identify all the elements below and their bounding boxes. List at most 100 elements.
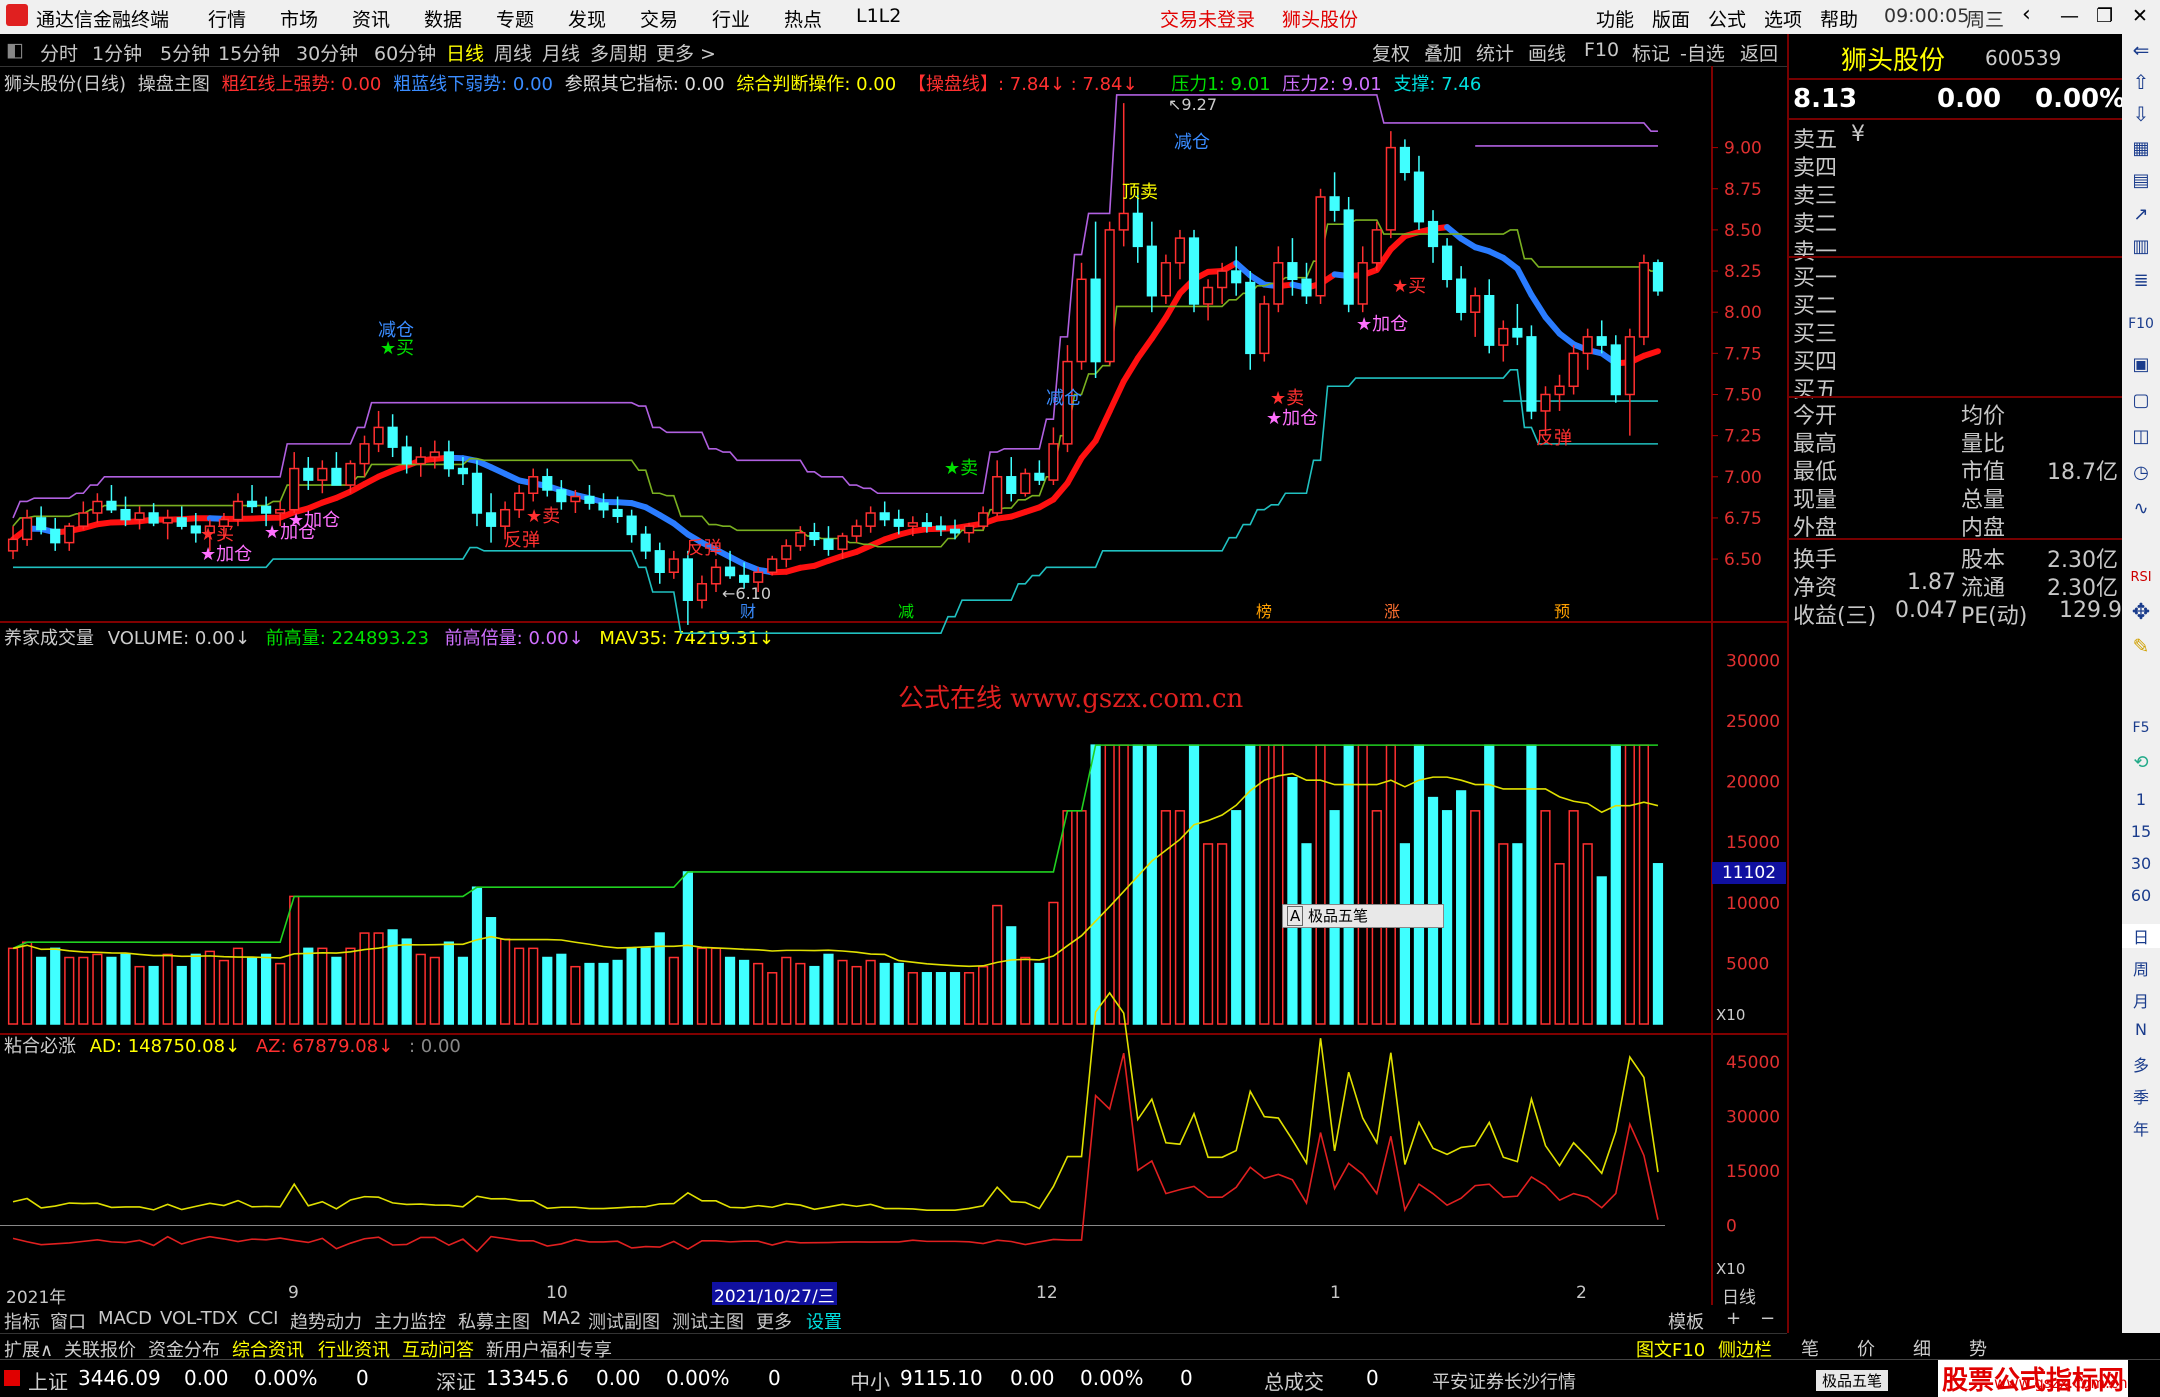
menu-item-market[interactable]: 市场 bbox=[280, 5, 318, 32]
sidebar-label-rsi[interactable]: RSI bbox=[2122, 570, 2160, 585]
chart-icon[interactable]: ▦ bbox=[2122, 138, 2160, 159]
tab-vol-tdx[interactable]: VOL-TDX bbox=[160, 1308, 238, 1329]
sidebar-period-quarter[interactable]: 季 bbox=[2122, 1084, 2160, 1108]
sidebar-period-1[interactable]: 1 bbox=[2122, 790, 2160, 809]
tab-main-monitor[interactable]: 主力监控 bbox=[374, 1308, 446, 1334]
grid-icon[interactable]: ▤ bbox=[2122, 170, 2160, 191]
tab-more[interactable]: 更多 bbox=[756, 1308, 792, 1334]
tab-indicator[interactable]: 指标 bbox=[4, 1308, 40, 1334]
tab-test-sub[interactable]: 测试副图 bbox=[588, 1308, 660, 1334]
index-sh-name[interactable]: 上证 bbox=[28, 1366, 68, 1395]
down-arrow-icon[interactable]: ⇩ bbox=[2122, 102, 2160, 126]
status-ime[interactable]: 极品五笔 bbox=[1816, 1370, 1888, 1391]
bars-icon[interactable]: ▥ bbox=[2122, 236, 2160, 257]
sidebar-period-15[interactable]: 15 bbox=[2122, 822, 2160, 841]
tab-remove[interactable]: − bbox=[1760, 1308, 1775, 1329]
tab-ma2[interactable]: MA2 bbox=[542, 1308, 581, 1329]
menu-item-data[interactable]: 数据 bbox=[424, 5, 462, 32]
trade-login-status[interactable]: 交易未登录 bbox=[1160, 5, 1255, 32]
period-daily[interactable]: 日线 bbox=[446, 39, 484, 66]
menu-item-l1l2[interactable]: L1L2 bbox=[856, 5, 901, 27]
tab-macd[interactable]: MACD bbox=[98, 1308, 152, 1329]
period-1min[interactable]: 1分钟 bbox=[92, 39, 142, 66]
sidebar-period-60[interactable]: 60 bbox=[2122, 886, 2160, 905]
tab-add[interactable]: + bbox=[1726, 1308, 1741, 1329]
tab-settings[interactable]: 设置 bbox=[806, 1308, 842, 1334]
up-arrow-icon[interactable]: ⇧ bbox=[2122, 70, 2160, 94]
menu-item-help[interactable]: 帮助 bbox=[1820, 5, 1858, 32]
minimize-icon[interactable]: — bbox=[2060, 5, 2079, 27]
menu-item-topics[interactable]: 专题 bbox=[496, 5, 534, 32]
sidebar-period-30[interactable]: 30 bbox=[2122, 854, 2160, 873]
index-sz-name[interactable]: 深证 bbox=[436, 1366, 476, 1395]
file-icon[interactable]: ▢ bbox=[2122, 390, 2160, 411]
refresh-icon[interactable]: ⟲ bbox=[2122, 752, 2160, 773]
tool-watchlist[interactable]: -自选 bbox=[1680, 39, 1725, 66]
sidebar-period-year[interactable]: 年 bbox=[2122, 1116, 2160, 1140]
menu-item-industry[interactable]: 行业 bbox=[712, 5, 750, 32]
wave-icon[interactable]: ∿ bbox=[2122, 498, 2160, 519]
doc-icon[interactable]: ▣ bbox=[2122, 354, 2160, 375]
sidebar-label-f5[interactable]: F5 bbox=[2122, 720, 2160, 736]
tool-stats[interactable]: 统计 bbox=[1476, 39, 1514, 66]
event-marker-list[interactable]: 榜 bbox=[1256, 598, 1272, 622]
event-marker-rise[interactable]: 涨 bbox=[1384, 598, 1400, 622]
tool-f10[interactable]: F10 bbox=[1584, 39, 1619, 61]
event-marker-reduce[interactable]: 减 bbox=[898, 598, 914, 622]
kline-chart[interactable]: 9.008.758.508.258.007.757.507.257.006.75… bbox=[0, 66, 1787, 1305]
period-monthly[interactable]: 月线 bbox=[542, 39, 580, 66]
sidebar-period-day[interactable]: 日 bbox=[2122, 924, 2160, 948]
ime-toolbar[interactable]: A 极品五笔 bbox=[1282, 904, 1444, 928]
back-icon[interactable]: ‹ bbox=[2022, 2, 2031, 27]
tool-back[interactable]: 返回 bbox=[1740, 39, 1778, 66]
period-30min[interactable]: 30分钟 bbox=[296, 39, 358, 66]
event-marker-finance[interactable]: 财 bbox=[740, 598, 756, 622]
restore-icon[interactable]: ❐ bbox=[2096, 5, 2113, 27]
tab-cci[interactable]: CCI bbox=[248, 1308, 278, 1329]
menu-item-layout[interactable]: 版面 bbox=[1652, 5, 1690, 32]
tab-window[interactable]: 窗口 bbox=[50, 1308, 86, 1334]
tab-price[interactable]: 价 bbox=[1857, 1335, 1875, 1361]
sidebar-period-n[interactable]: N bbox=[2122, 1020, 2160, 1039]
tab-template[interactable]: 模板 bbox=[1668, 1308, 1704, 1334]
tab-brush[interactable]: 笔 bbox=[1801, 1335, 1819, 1361]
collapse-icon[interactable]: ⇐ bbox=[2122, 38, 2160, 62]
clock-icon[interactable]: ◷ bbox=[2122, 462, 2160, 483]
menu-item-trade[interactable]: 交易 bbox=[640, 5, 678, 32]
tab-test-main[interactable]: 测试主图 bbox=[672, 1308, 744, 1334]
menu-item-function[interactable]: 功能 bbox=[1596, 5, 1634, 32]
menu-item-options[interactable]: 选项 bbox=[1764, 5, 1802, 32]
tab-trend[interactable]: 势 bbox=[1969, 1335, 1987, 1361]
tool-mark[interactable]: 标记 bbox=[1632, 39, 1670, 66]
index-sme-name[interactable]: 中小 bbox=[850, 1366, 890, 1395]
trend-icon[interactable]: ↗ bbox=[2122, 204, 2160, 225]
pencil-icon[interactable]: ✎ bbox=[2122, 634, 2160, 658]
menu-item-formula[interactable]: 公式 bbox=[1708, 5, 1746, 32]
period-5min[interactable]: 5分钟 bbox=[160, 39, 210, 66]
tab-private-main[interactable]: 私募主图 bbox=[458, 1308, 530, 1334]
sidebar-period-multi[interactable]: 多 bbox=[2122, 1052, 2160, 1076]
tab-trend-power[interactable]: 趋势动力 bbox=[290, 1308, 362, 1334]
broker-name[interactable]: 平安证券长沙行情 bbox=[1432, 1368, 1576, 1394]
sidebar-label-f10[interactable]: F10 bbox=[2122, 316, 2160, 332]
menu-item-hot[interactable]: 热点 bbox=[784, 5, 822, 32]
tool-overlay[interactable]: 叠加 bbox=[1424, 39, 1462, 66]
sidebar-period-month[interactable]: 月 bbox=[2122, 988, 2160, 1012]
period-weekly[interactable]: 周线 bbox=[494, 39, 532, 66]
tool-restore-rights[interactable]: 复权 bbox=[1372, 39, 1410, 66]
sidebar-period-week[interactable]: 周 bbox=[2122, 956, 2160, 980]
move-icon[interactable]: ✥ bbox=[2122, 600, 2160, 625]
list-icon[interactable]: ≣ bbox=[2122, 270, 2160, 291]
period-60min[interactable]: 60分钟 bbox=[374, 39, 436, 66]
close-icon[interactable]: ✕ bbox=[2132, 5, 2148, 27]
period-more[interactable]: 更多 > bbox=[656, 39, 716, 66]
menu-item-discover[interactable]: 发现 bbox=[568, 5, 606, 32]
period-intraday[interactable]: 分时 bbox=[40, 39, 78, 66]
period-multi[interactable]: 多周期 bbox=[590, 39, 647, 66]
period-toggle-icon[interactable]: ◧ bbox=[6, 39, 24, 61]
tool-draw[interactable]: 画线 bbox=[1528, 39, 1566, 66]
money-icon[interactable]: ◫ bbox=[2122, 426, 2160, 447]
event-marker-forecast[interactable]: 预 bbox=[1554, 598, 1570, 622]
menu-item-news[interactable]: 资讯 bbox=[352, 5, 390, 32]
menu-item-quotes[interactable]: 行情 bbox=[208, 5, 246, 32]
